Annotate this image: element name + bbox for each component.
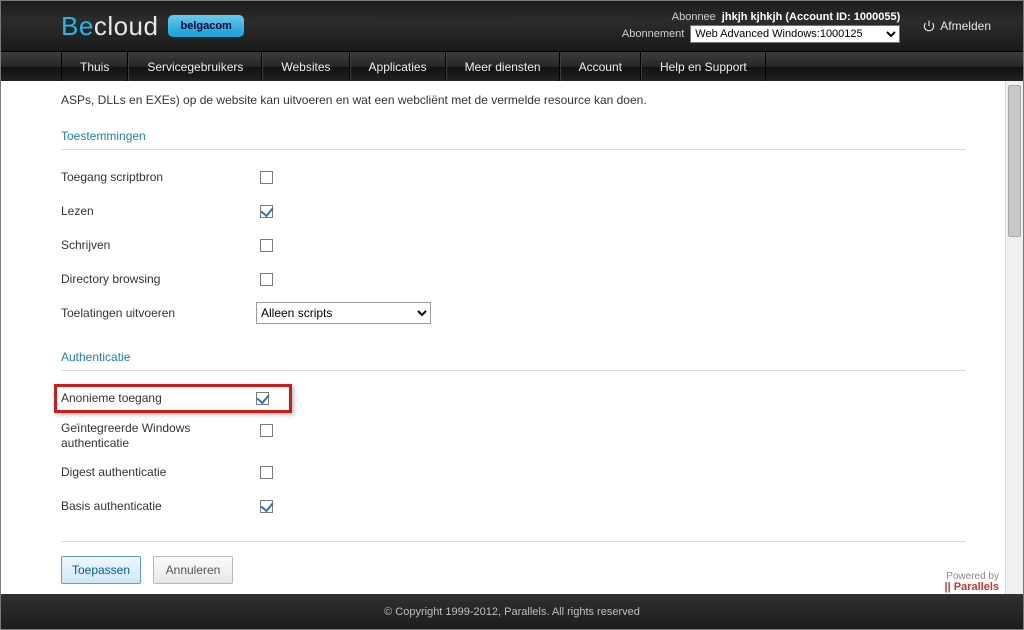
nav-websites[interactable]: Websites [262,52,349,82]
auth-row-winint: Geïntegreerde Windows authenticatie [61,415,1006,455]
cancel-button[interactable]: Annuleren [153,556,233,584]
vertical-scrollbar[interactable] [1005,81,1023,594]
auth-label-anon: Anonieme toegang [61,391,252,405]
perm-label-exec: Toelatingen uitvoeren [61,306,256,320]
intro-text: ASPs, DLLs en EXEs) op de website kan ui… [61,91,1006,109]
header-right: Abonnee jhkjh kjhkjh (Account ID: 100005… [622,9,991,43]
perm-label-scriptsource: Toegang scriptbron [61,170,256,184]
perm-checkbox-dirbrowse[interactable] [260,273,273,286]
auth-row-digest: Digest authenticatie [61,455,1006,489]
auth-label-basic: Basis authenticatie [61,499,256,513]
perm-label-write: Schrijven [61,238,256,252]
app-window: Becloud belgacom Abonnee jhkjh kjhkjh (A… [0,0,1024,630]
footer-bar: © Copyright 1999-2012, Parallels. All ri… [1,594,1023,629]
perm-checkbox-scriptsource[interactable] [260,171,273,184]
perm-label-dirbrowse: Directory browsing [61,272,256,286]
perm-row-dirbrowse: Directory browsing [61,262,1006,296]
auth-label-digest: Digest authenticatie [61,465,256,479]
footer-text: © Copyright 1999-2012, Parallels. All ri… [384,606,640,618]
perm-checkbox-read[interactable] [260,205,273,218]
nav-home[interactable]: Thuis [61,52,128,82]
section-title-auth: Authenticatie [61,344,966,371]
nav-more[interactable]: Meer diensten [446,52,560,82]
section-title-permissions: Toestemmingen [61,123,966,150]
nav-users[interactable]: Servicegebruikers [128,52,262,82]
power-icon [922,19,936,33]
perm-row-read: Lezen [61,194,1006,228]
subscription-label: Abonnement [622,26,684,42]
separator [61,541,966,542]
perm-select-exec[interactable]: Alleen scripts [256,302,431,324]
auth-row-basic: Basis authenticatie [61,489,1006,523]
subscription-select[interactable]: Web Advanced Windows:1000125 [690,25,900,43]
subscriber-value: jhkjh kjhkjh (Account ID: 1000055) [722,9,901,25]
auth-checkbox-winint[interactable] [260,424,273,437]
logout-link[interactable]: Afmelden [922,19,991,33]
auth-checkbox-basic[interactable] [260,500,273,513]
perm-checkbox-write[interactable] [260,239,273,252]
main-nav: Thuis Servicegebruikers Websites Applica… [1,52,1023,83]
auth-label-winint: Geïntegreerde Windows authenticatie [61,421,256,451]
scrollbar-thumb[interactable] [1008,85,1021,237]
content-scroll: ASPs, DLLs en EXEs) op de website kan ui… [1,81,1006,594]
subscription-info: Abonnee jhkjh kjhkjh (Account ID: 100005… [622,9,900,43]
header-bar: Becloud belgacom Abonnee jhkjh kjhkjh (A… [1,1,1023,52]
nav-account[interactable]: Account [560,52,641,82]
auth-row-anon: Anonieme toegang [61,381,1006,415]
perm-row-scriptsource: Toegang scriptbron [61,160,1006,194]
perm-row-exec: Toelatingen uitvoeren Alleen scripts [61,296,1006,330]
perm-row-write: Schrijven [61,228,1006,262]
nav-help[interactable]: Help en Support [641,52,766,82]
auth-checkbox-digest[interactable] [260,466,273,479]
brand-logo: Becloud belgacom [61,11,244,42]
brand-badge: belgacom [168,15,243,37]
nav-apps[interactable]: Applicaties [350,52,446,82]
perm-label-read: Lezen [61,204,256,218]
powered-by: Powered by || Parallels [945,571,999,593]
highlight-anon: Anonieme toegang [54,384,292,413]
brand-wordmark: Becloud [61,11,158,42]
button-bar: Toepassen Annuleren [61,556,1006,584]
subscriber-label: Abonnee [672,9,716,25]
auth-checkbox-anon[interactable] [256,392,269,405]
apply-button[interactable]: Toepassen [61,556,141,584]
content-area: ASPs, DLLs en EXEs) op de website kan ui… [1,81,1023,594]
